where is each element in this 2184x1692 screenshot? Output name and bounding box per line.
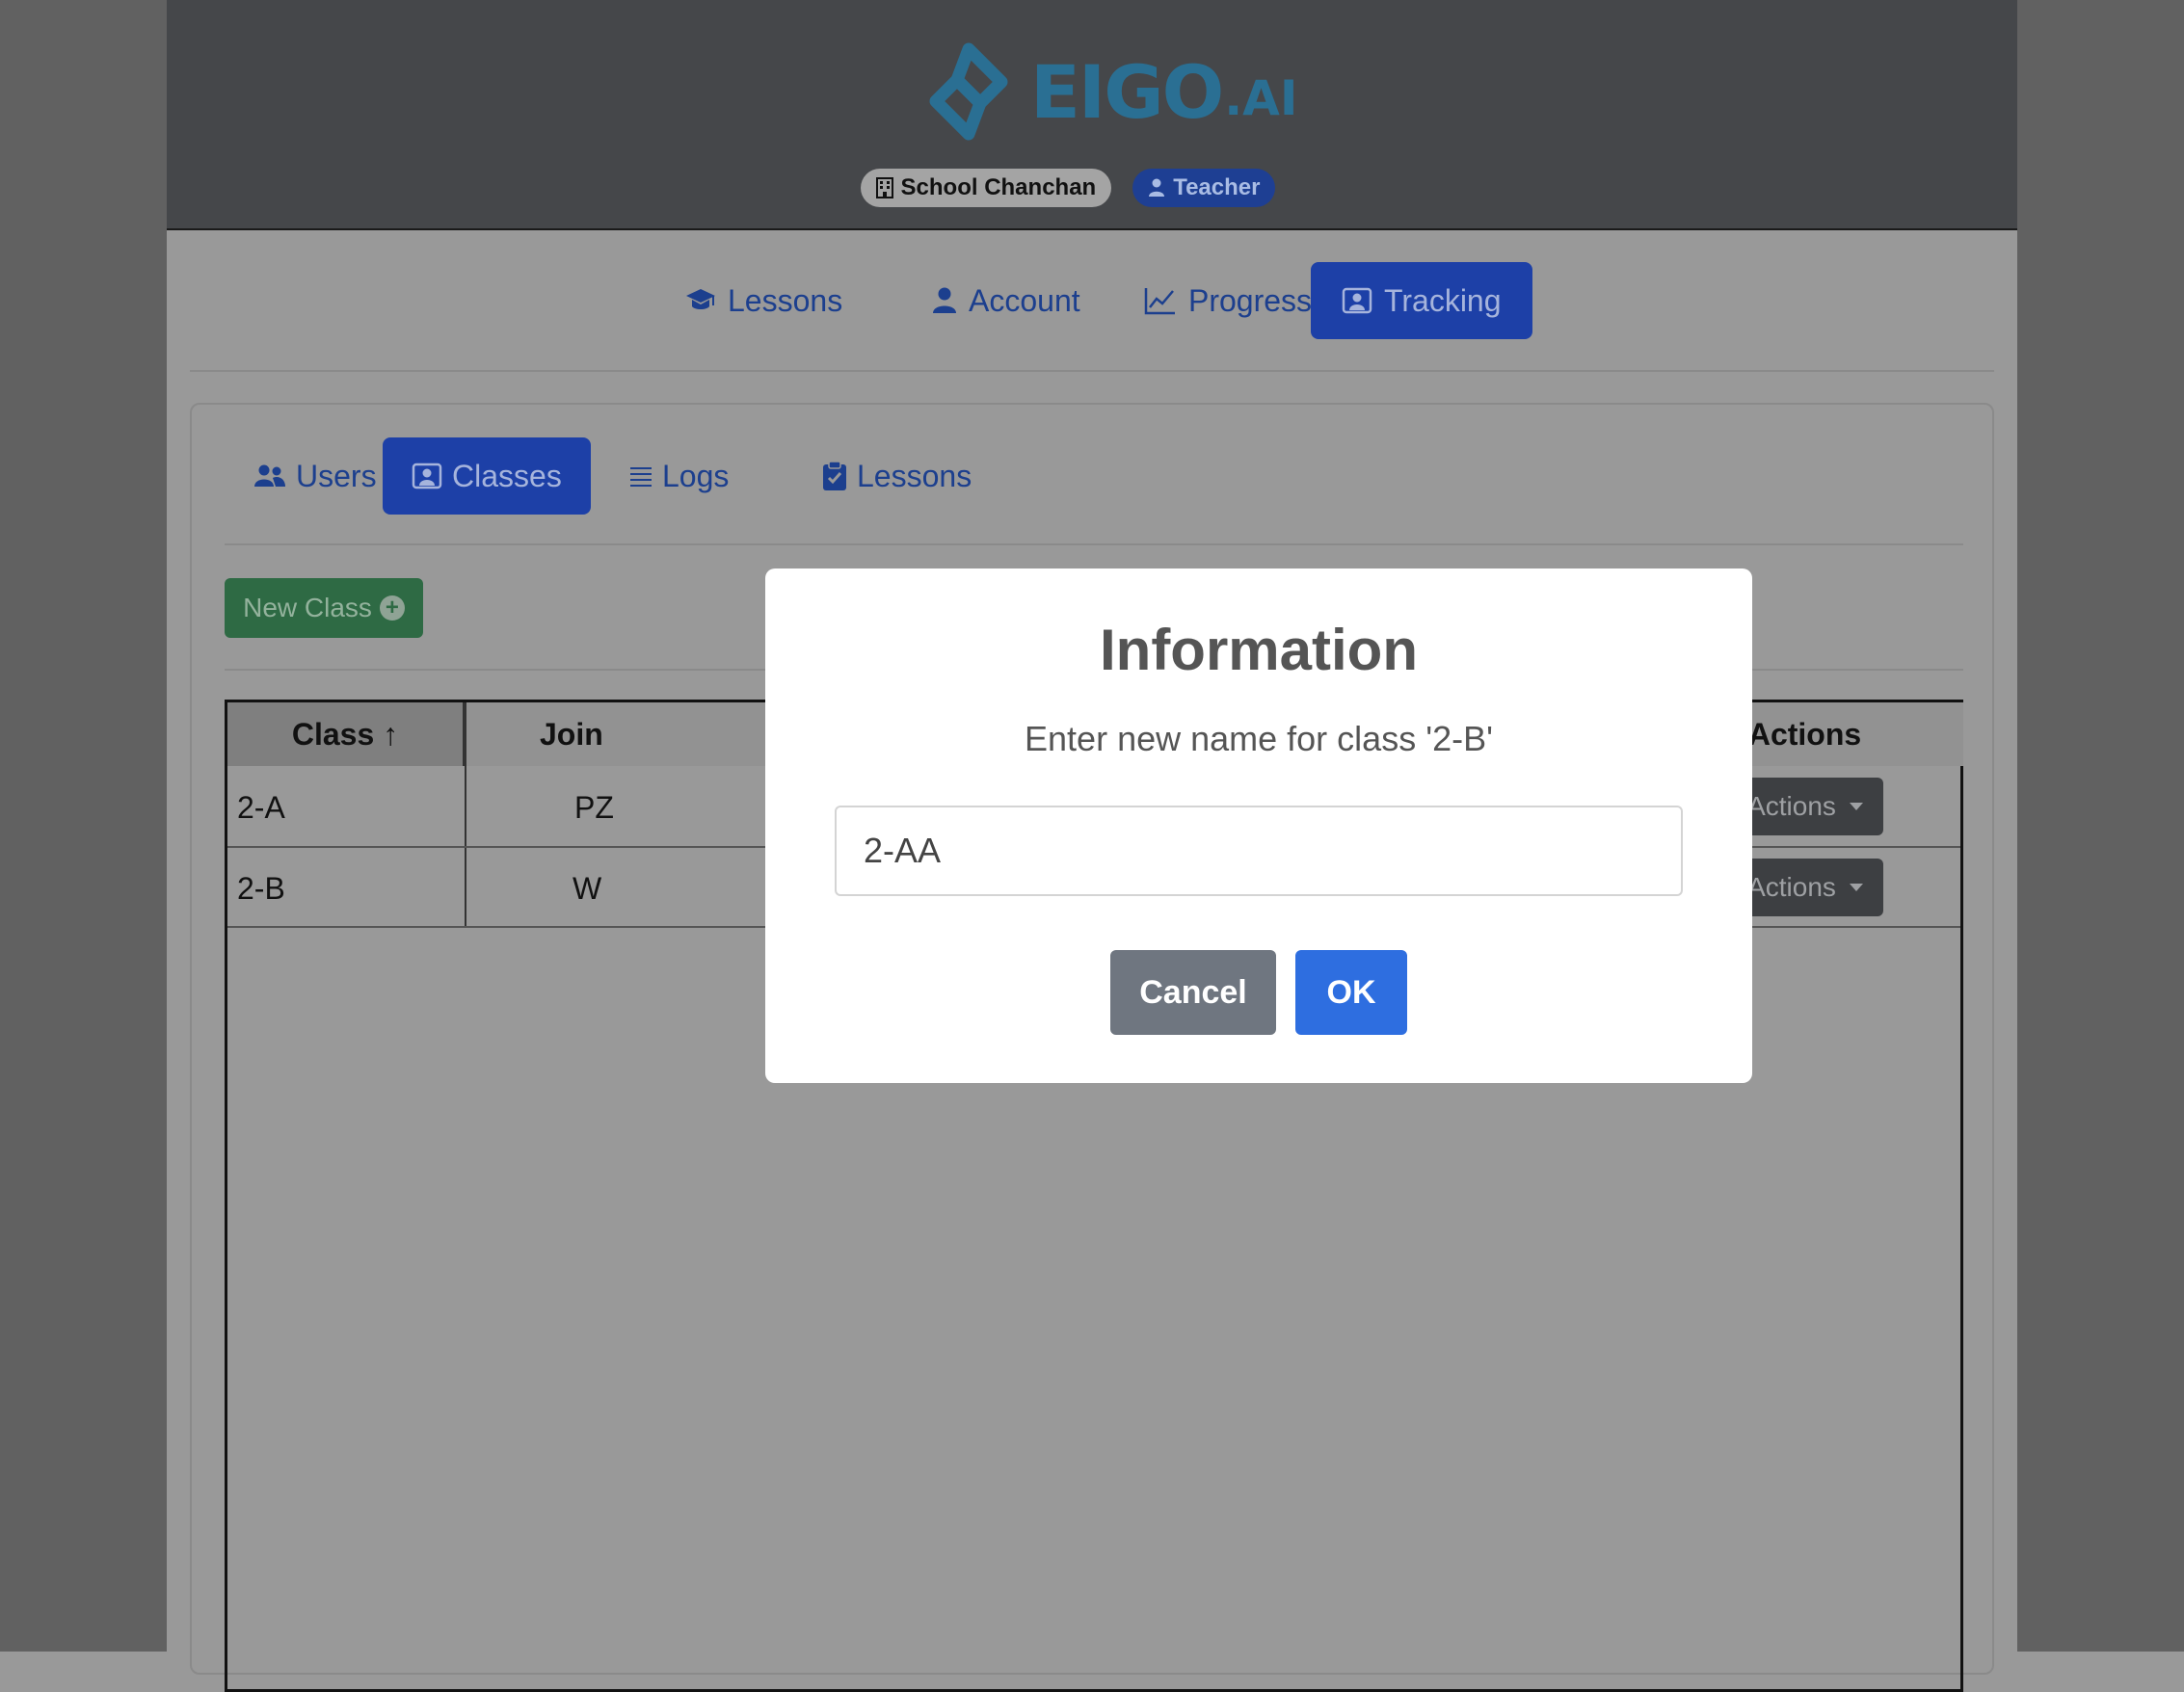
cell-join: PZ [574,790,614,825]
user-icon [1149,178,1165,197]
tab-lessons-label: Lessons [857,458,972,493]
dialog-title: Information [1100,618,1418,682]
role-badge: Teacher [1132,169,1276,207]
ok-button[interactable]: OK [1295,950,1407,1035]
app-container: EIGO .AI School Chanchan Teacher Lessons… [167,0,2017,1692]
tab-users[interactable]: Users [225,437,406,515]
users-icon [254,464,285,487]
list-icon [630,467,652,487]
nav-tracking[interactable]: Tracking [1311,262,1532,339]
graduation-cap-icon [686,289,715,309]
school-name: School Chanchan [900,174,1097,200]
plus-circle-icon: + [379,595,405,621]
tab-users-label: Users [296,458,377,493]
tab-classes-label: Classes [452,458,562,493]
header: EIGO .AI School Chanchan Teacher [167,0,2017,230]
new-class-label: New Class [243,593,372,622]
nav-progress[interactable]: Progress [1113,262,1343,339]
cancel-button[interactable]: Cancel [1110,950,1276,1035]
column-divider [465,702,466,928]
tab-lessons[interactable]: Lessons [793,437,1000,515]
nav-progress-label: Progress [1188,282,1313,318]
cell-class: 2-A [237,790,285,825]
dialog-message: Enter new name for class '2-B' [1025,719,1493,758]
subnav-divider [225,543,1963,545]
caret-down-icon [1849,803,1863,810]
nav-tracking-label: Tracking [1384,282,1502,318]
id-badge-icon [412,463,442,489]
school-badge: School Chanchan [860,169,1112,207]
tab-logs-label: Logs [662,458,730,493]
cell-join: W [573,871,602,906]
tab-logs[interactable]: Logs [600,437,758,515]
rename-class-dialog: Information Enter new name for class '2-… [765,568,1752,1083]
nav-lessons[interactable]: Lessons [654,262,873,339]
caret-down-icon [1849,884,1863,891]
chart-line-icon [1144,288,1175,315]
role-name: Teacher [1173,174,1261,200]
logo-suffix: .AI [1224,70,1298,126]
building-icon [875,177,893,198]
id-badge-icon [1342,287,1372,314]
logo-text: EIGO [1030,48,1224,135]
main-nav: Lessons Account Progress Tracking [167,262,2017,339]
user-icon [933,287,956,313]
left-gutter [0,0,167,1652]
nav-lessons-label: Lessons [728,282,843,318]
tab-classes[interactable]: Classes [383,437,591,515]
nav-account[interactable]: Account [901,262,1111,339]
clipboard-check-icon [823,461,846,490]
logo-mark-icon [929,42,1008,141]
class-name-input[interactable] [835,806,1683,896]
logo[interactable]: EIGO .AI [919,39,1297,145]
nav-account-label: Account [969,282,1080,318]
header-badges: School Chanchan Teacher [167,169,2017,207]
cell-class: 2-B [237,871,285,906]
new-class-button[interactable]: New Class + [225,578,423,638]
nav-divider [190,370,1994,372]
column-header-class[interactable]: Class ↑ [227,702,465,766]
right-gutter [2017,0,2184,1652]
